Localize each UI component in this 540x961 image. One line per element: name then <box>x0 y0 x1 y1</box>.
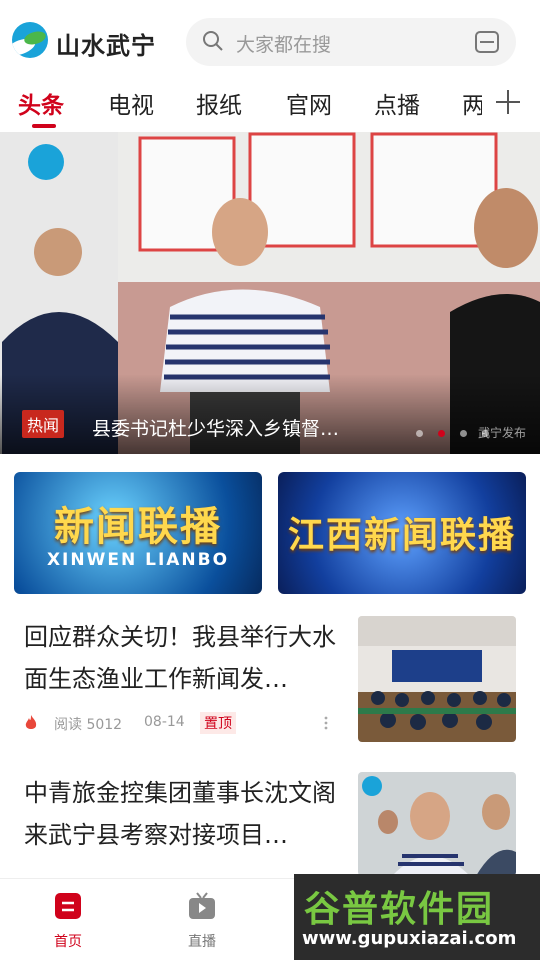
tab-vod[interactable]: 点播 <box>374 86 420 120</box>
site-watermark: 谷普软件园 www.gupuxiazai.com <box>294 874 540 960</box>
nav-live[interactable]: 直播 <box>162 891 242 951</box>
search-placeholder: 大家都在搜 <box>236 34 332 56</box>
news-title: 中青旅金控集团董事长沈文阁来武宁县考察对接项目… <box>24 779 336 849</box>
carousel-dot[interactable] <box>460 430 467 437</box>
tv-icon <box>189 892 215 919</box>
watermark-name: 谷普软件园 <box>304 889 495 930</box>
add-channel-icon[interactable] <box>494 88 522 116</box>
active-tab-indicator <box>32 124 56 128</box>
tab-headlines[interactable]: 头条 <box>18 86 64 120</box>
nav-home-label: 首页 <box>54 934 82 950</box>
promo-title: 江西新闻联播 <box>287 515 516 556</box>
home-icon <box>55 893 81 919</box>
news-thumbnail <box>358 616 516 742</box>
promo-xinwen-lianbo[interactable]: 新闻联播 XINWEN LIANBO <box>14 472 262 594</box>
news-item[interactable]: 回应群众关切！我县举行大水面生态渔业工作新闻发… 阅读 5012 08-14 置… <box>0 616 540 746</box>
watermark-url: www.gupuxiazai.com <box>302 928 517 949</box>
hot-news-badge: 热闻 <box>22 410 65 438</box>
scan-icon[interactable] <box>474 29 500 55</box>
banner-title[interactable]: 县委书记杜少华深入乡镇督… <box>92 414 339 441</box>
nav-live-label: 直播 <box>188 934 216 950</box>
carousel-dot-active[interactable] <box>438 430 445 437</box>
search-bar[interactable]: 大家都在搜 <box>186 18 516 66</box>
tab-tv[interactable]: 电视 <box>108 86 154 120</box>
publish-date: 08-14 <box>144 714 185 730</box>
more-options-icon[interactable] <box>324 716 328 730</box>
promo-jiangxi-news[interactable]: 江西新闻联播 <box>278 472 526 594</box>
pinned-badge: 置顶 <box>200 712 236 734</box>
news-thumbnail <box>358 772 516 876</box>
tab-official-site[interactable]: 官网 <box>286 86 332 120</box>
search-icon <box>203 31 223 51</box>
tab-partial[interactable]: 两 <box>462 86 482 120</box>
carousel-dot[interactable] <box>416 430 423 437</box>
banner-caption: 武宁发布 <box>478 426 527 440</box>
app-logo-icon <box>12 22 48 58</box>
news-title: 回应群众关切！我县举行大水面生态渔业工作新闻发… <box>24 623 336 693</box>
tab-newspaper[interactable]: 报纸 <box>196 86 242 120</box>
app-header: 山水武宁 大家都在搜 <box>0 0 540 82</box>
headline-banner[interactable] <box>0 132 540 454</box>
promo-title: 新闻联播 <box>54 504 222 550</box>
news-item[interactable]: 中青旅金控集团董事长沈文阁来武宁县考察对接项目… <box>0 772 540 876</box>
fire-icon <box>25 715 37 729</box>
channel-tabs: 头条 电视 报纸 官网 点播 两 <box>0 82 540 130</box>
nav-home[interactable]: 首页 <box>28 891 108 951</box>
read-count: 阅读 5012 <box>54 717 123 733</box>
promo-subtitle: XINWEN LIANBO <box>46 550 230 570</box>
app-name: 山水武宁 <box>56 32 156 60</box>
